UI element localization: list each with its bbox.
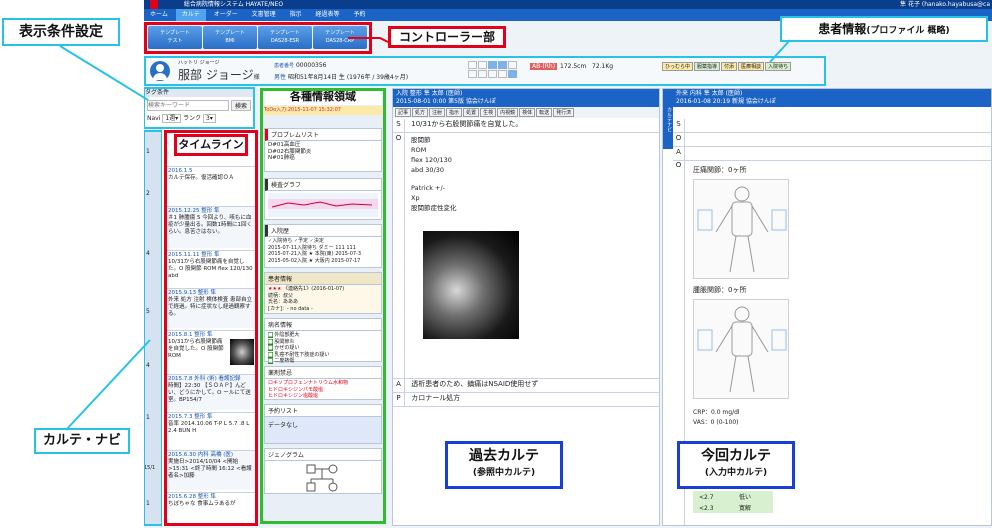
soap-a-row: A 透析患者のため、鎮痛はNSAID使用せず (393, 379, 659, 393)
menu-order[interactable]: オーダー (208, 9, 244, 21)
karte-navi-label: カルテ・ナビ (34, 428, 130, 454)
current-soap-s[interactable]: S (673, 119, 991, 133)
past-karte-panel: 入院 整形 隼 太郎 (医師) 2015-08-01 0:00 第5版 協会けん… (392, 88, 660, 526)
patient-info-label: 患者情報(プロファイル 概略) (780, 16, 988, 42)
badge-4[interactable]: 医療相談 (738, 62, 765, 71)
controller-label: コントローラー部 (388, 26, 506, 48)
soap-s-row: S 10/31から右股関節痛を自覚した。 (393, 119, 659, 133)
display-settings-highlight (144, 87, 255, 129)
menu-karte[interactable]: カルテ (175, 9, 206, 21)
past-karte-header: 入院 整形 隼 太郎 (医師) 2015-08-01 0:00 第5版 協会けん… (393, 89, 659, 107)
karte-navi-tab[interactable]: カルテナビ (663, 89, 673, 149)
soap-s-text: 10/31から右股関節痛を自覚した。 (411, 120, 523, 128)
avatar (150, 61, 170, 81)
current-karte-label: 今回カルテ (入力中カルテ) (677, 441, 795, 489)
soap-p-row: P カロナール処方 (393, 393, 659, 407)
patient-weight: 72.1Kg (592, 63, 614, 70)
badge-2[interactable]: 服薬指導 (694, 62, 721, 71)
app-window: 総合病院情報システム HAYATE/NEO 隼 花子 (hanako.hayab… (144, 0, 992, 528)
chest-xray-image[interactable] (423, 231, 519, 339)
info-area-highlight (260, 88, 386, 524)
timeline-label: タイムライン (174, 134, 248, 156)
controller-highlight (144, 22, 372, 54)
user-name[interactable]: 隼 花子 (hanako.hayabusa@ca (900, 0, 990, 9)
badge-3[interactable]: 付添 (721, 62, 738, 71)
das-score-table: <2.7 低い <2.3 寛解 (693, 491, 773, 513)
app-title: 総合病院情報システム HAYATE/NEO (183, 1, 284, 8)
past-karte-tags: 記事 処方 注射 指示 処置 生検 内視鏡 検体 転送 発行済 (393, 107, 659, 118)
title-bar: 総合病院情報システム HAYATE/NEO 隼 花子 (hanako.hayab… (144, 0, 992, 9)
timeline-highlight (164, 130, 258, 526)
current-karte-panel: カルテナビ 外来 内科 隼 太郎 (医師) 2016-01-08 20:19 新… (662, 88, 992, 526)
patient-info-area: ハットリ ジョージ 服部 ジョージ様 患者番号 00000356 男性 昭和51… (144, 56, 826, 86)
past-karte-label: 過去カルテ (参照中カルテ) (445, 441, 563, 489)
menu-flowsheet[interactable]: 経過表等 (310, 9, 346, 21)
tender-joint-diagram[interactable] (693, 179, 789, 279)
app-logo-icon (150, 0, 158, 9)
menu-reservation[interactable]: 予約 (347, 9, 371, 21)
badge-1[interactable]: ひっむら中 (662, 62, 694, 71)
patient-kana: ハットリ ジョージ (178, 60, 220, 66)
badge-5[interactable]: 入院待ち (765, 62, 792, 71)
menu-instructions[interactable]: 指示 (284, 9, 308, 21)
swollen-joint-diagram[interactable] (693, 299, 789, 399)
soap-o-text: 股関節 ROM flex 120/130 abd 30/30 Patrick +/- Xp… (411, 136, 457, 212)
patient-badges: ひっむら中 服薬指導 付添 医療相談 入院待ち (662, 62, 792, 71)
current-soap-a[interactable]: A (673, 147, 991, 161)
blood-type-badge: AB-(Rh) (530, 63, 558, 70)
patient-id: 患者番号 00000356 (274, 62, 327, 69)
current-soap-o-header[interactable]: O (673, 133, 991, 147)
menu-home[interactable]: ホーム (144, 9, 174, 21)
current-karte-header: 外来 内科 隼 太郎 (医師) 2016-01-08 20:19 新規 協会けん… (673, 89, 991, 107)
karte-navi-highlight (144, 130, 163, 526)
patient-height: 172.5cm (560, 63, 587, 70)
patient-sex-birth: 男性 昭和51年8月14日 生 (1976年 / 39歳4ヶ月) (274, 74, 409, 81)
menu-documents[interactable]: 文書管理 (246, 9, 282, 21)
status-icon-grid (468, 61, 524, 81)
patient-name: 服部 ジョージ様 (178, 68, 260, 82)
soap-o-row: O 股関節 ROM flex 120/130 abd 30/30 Patrick +/-… (393, 133, 659, 379)
display-settings-label: 表示条件設定 (2, 18, 120, 46)
